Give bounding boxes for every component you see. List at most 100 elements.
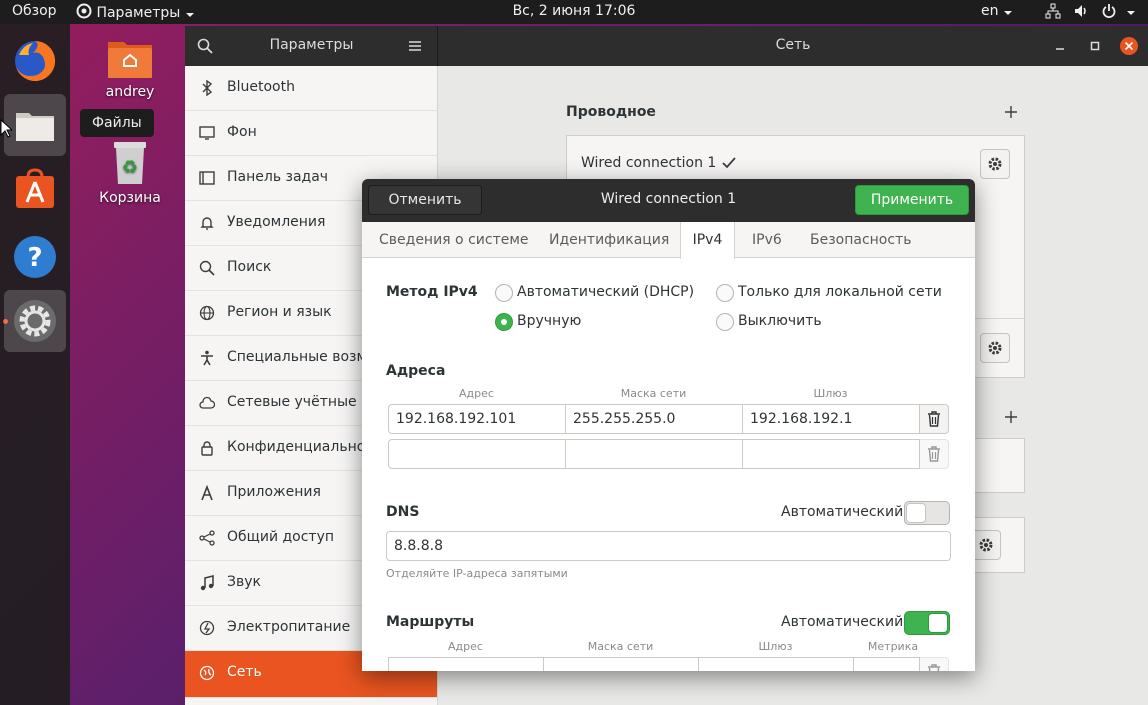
- trash-icon: [928, 446, 940, 462]
- tab-ipv4[interactable]: IPv4: [680, 222, 735, 259]
- address-field-empty[interactable]: [388, 439, 566, 469]
- netmask-field-empty[interactable]: [565, 439, 743, 469]
- switch-knob: [906, 503, 926, 523]
- gateway-field[interactable]: 192.168.192.1: [742, 404, 920, 434]
- route-netmask-column-header: Маска сети: [587, 640, 654, 653]
- address-column-header: Адрес: [459, 387, 494, 400]
- dialog-title: Wired connection 1: [600, 191, 737, 207]
- sidebar-item-label: Приложения: [227, 484, 321, 500]
- wired-settings-button[interactable]: [980, 149, 1010, 179]
- route-gateway-column-header: Шлюз: [758, 640, 793, 653]
- gateway-field-empty[interactable]: [742, 439, 920, 469]
- language-indicator[interactable]: en: [981, 3, 1013, 19]
- share-icon: [199, 530, 215, 546]
- route-address-column-header: Адрес: [448, 640, 483, 653]
- sidebar-item-label: Сеть: [227, 664, 262, 680]
- files-launcher[interactable]: [4, 94, 66, 156]
- wired-heading: Проводное: [566, 104, 656, 120]
- sidebar-title: Параметры: [269, 37, 354, 53]
- second-settings-button[interactable]: [980, 333, 1010, 363]
- method-link-local-radio[interactable]: [716, 284, 734, 302]
- route-address-field[interactable]: [388, 657, 544, 671]
- trash-icon: [928, 664, 940, 671]
- bell-icon: [200, 217, 214, 230]
- hamburger-menu-icon[interactable]: [409, 40, 421, 52]
- clock[interactable]: Вс, 2 июня 17:06: [0, 3, 1148, 19]
- power-icon[interactable]: [1101, 3, 1117, 21]
- gear-icon: [988, 341, 1002, 355]
- sidebar-item-label: Панель задач: [227, 169, 329, 185]
- dns-hint: Отделяйте IP-адреса запятыми: [386, 567, 568, 580]
- software-center-icon: [16, 168, 54, 208]
- sidebar-item-label: Общий доступ: [227, 529, 335, 545]
- dock-icon: [199, 171, 215, 185]
- maximize-icon[interactable]: [1089, 40, 1101, 52]
- route-metric-column-header: Метрика: [867, 640, 919, 653]
- address-field[interactable]: 192.168.192.101: [388, 404, 566, 434]
- tab-ipv6[interactable]: IPv6: [752, 222, 782, 258]
- method-dhcp-label: Автоматический (DHCP): [517, 284, 695, 300]
- add-vpn-icon[interactable]: [1005, 411, 1017, 423]
- route-gateway-field[interactable]: [698, 657, 854, 671]
- network-status-icon[interactable]: [1045, 3, 1061, 21]
- home-folder-desktop-icon[interactable]: andrey: [100, 36, 160, 100]
- method-disabled-radio[interactable]: [716, 313, 734, 331]
- panel-title: Сеть: [775, 37, 811, 53]
- search-icon: [199, 260, 215, 276]
- files-icon: [16, 113, 54, 141]
- routes-automatic-switch[interactable]: [904, 611, 950, 635]
- add-wired-icon[interactable]: [1005, 106, 1017, 118]
- delete-route-button: [919, 657, 949, 671]
- sidebar-item-background[interactable]: Фон: [185, 111, 437, 156]
- dns-label: DNS: [386, 504, 420, 520]
- settings-launcher[interactable]: [4, 290, 66, 352]
- wired-connection-label: Wired connection 1: [581, 155, 717, 171]
- language-label: en: [981, 3, 999, 19]
- lock-icon: [201, 441, 213, 456]
- ipv4-method-label: Метод IPv4: [386, 284, 478, 300]
- software-launcher[interactable]: [4, 158, 66, 220]
- home-folder-label: andrey: [105, 84, 155, 100]
- music-icon: [200, 575, 214, 591]
- delete-address-button-disabled: [919, 439, 949, 469]
- netmask-field[interactable]: 255.255.255.0: [565, 404, 743, 434]
- sidebar-item-label: Bluetooth: [227, 79, 295, 95]
- dns-input[interactable]: 8.8.8.8: [386, 531, 951, 561]
- cancel-button[interactable]: Отменить: [368, 185, 482, 215]
- volume-icon[interactable]: [1073, 3, 1089, 21]
- bluetooth-icon: [202, 80, 213, 96]
- settings-headerbar: Параметры Сеть: [185, 26, 1148, 66]
- firefox-launcher[interactable]: [4, 30, 66, 92]
- firefox-icon: [15, 40, 56, 81]
- tab-details[interactable]: Сведения о системе: [379, 222, 529, 258]
- gear-icon: [988, 157, 1002, 171]
- method-manual-radio[interactable]: [495, 313, 513, 331]
- tab-identity[interactable]: Идентификация: [549, 222, 669, 258]
- route-metric-field[interactable]: [853, 657, 920, 671]
- apps-icon: [201, 485, 213, 501]
- dialog-tabs: Сведения о системе Идентификация IPv4 IP…: [362, 222, 975, 259]
- network-icon: [199, 665, 215, 681]
- delete-address-button[interactable]: [919, 404, 949, 434]
- svg-text:♻: ♻: [122, 157, 138, 178]
- close-icon[interactable]: [1119, 36, 1139, 56]
- routes-label: Маршруты: [386, 614, 475, 630]
- minimize-icon[interactable]: [1054, 40, 1066, 52]
- apply-button[interactable]: Применить: [855, 185, 969, 215]
- trash-desktop-icon[interactable]: ♻ Корзина: [98, 140, 162, 206]
- sidebar-item-bluetooth[interactable]: Bluetooth: [185, 66, 437, 111]
- system-menu-chevron-icon[interactable]: [1126, 3, 1136, 19]
- sidebar-item-label: Регион и язык: [227, 304, 332, 320]
- sidebar-item-label: Сетевые учётные за: [227, 394, 378, 410]
- method-dhcp-radio[interactable]: [495, 284, 513, 302]
- dns-automatic-switch[interactable]: [904, 501, 950, 525]
- route-netmask-field[interactable]: [543, 657, 699, 671]
- proxy-settings-button[interactable]: [971, 530, 1001, 560]
- home-folder-icon: [108, 42, 152, 78]
- sidebar-item-label: Уведомления: [227, 214, 326, 230]
- connection-dialog: Отменить Wired connection 1 Применить Св…: [362, 179, 975, 671]
- method-manual-label: Вручную: [517, 313, 582, 329]
- help-launcher[interactable]: ?: [4, 226, 66, 288]
- switch-knob: [928, 613, 948, 633]
- tab-security[interactable]: Безопасность: [810, 222, 911, 258]
